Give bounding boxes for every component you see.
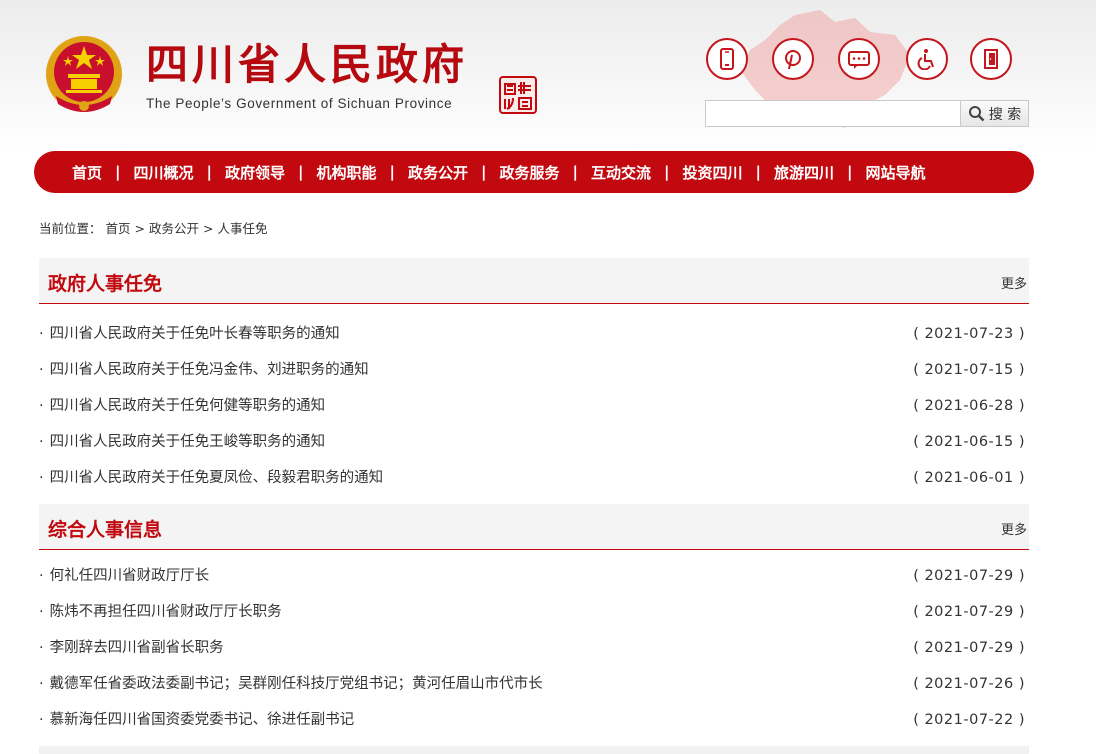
nav-item-invest[interactable]: 投资四川 <box>683 162 743 183</box>
news-link[interactable]: 戴德军任省委政法委副书记；吴群刚任科技厅党组书记；黄河任眉山市代市长 <box>50 676 543 692</box>
breadcrumb-current: 人事任免 <box>217 221 268 236</box>
list-item: · 戴德军任省委政法委副书记；吴群刚任科技厅党组书记；黄河任眉山市代市长( 202… <box>39 666 1029 702</box>
national-emblem-icon <box>46 36 122 112</box>
news-date: ( 2021-07-29 ) <box>913 604 1025 620</box>
breadcrumb-public-affairs[interactable]: 政务公开 <box>149 221 199 236</box>
list-item: · 陈炜不再担任四川省财政厅厅长职务( 2021-07-29 ) <box>39 594 1029 630</box>
news-date: ( 2021-07-22 ) <box>913 712 1025 728</box>
breadcrumb: 当前位置： 首页 > 政务公开 > 人事任免 <box>39 221 268 236</box>
news-date: ( 2021-07-29 ) <box>913 568 1025 584</box>
header-toolbar <box>706 38 1016 82</box>
breadcrumb-home[interactable]: 首页 <box>106 221 131 236</box>
section-title: 政府人事任免 <box>48 273 163 295</box>
list-item: · 何礼任四川省财政厅厅长( 2021-07-29 ) <box>39 558 1029 594</box>
list-item: · 四川省人民政府关于任免王峻等职务的通知( 2021-06-15 ) <box>39 424 1029 460</box>
nav-item-institutions[interactable]: 机构职能 <box>317 162 377 183</box>
news-date: ( 2021-07-15 ) <box>913 362 1025 378</box>
main-nav: 首页 | 四川概况 | 政府领导 | 机构职能 | 政务公开 | 政务服务 | … <box>34 151 1034 193</box>
section-government-appointments: 政府人事任免 更多 · 四川省人民政府关于任免叶长春等职务的通知( 2021-07… <box>39 258 1029 496</box>
nav-item-services[interactable]: 政务服务 <box>500 162 560 183</box>
nav-item-sitemap[interactable]: 网站导航 <box>866 162 926 183</box>
exit-door-icon[interactable] <box>970 38 1012 80</box>
section-title: 综合人事信息 <box>48 519 163 541</box>
list-item: · 四川省人民政府关于任免冯金伟、刘进职务的通知( 2021-07-15 ) <box>39 352 1029 388</box>
news-date: ( 2021-06-15 ) <box>913 434 1025 450</box>
search-input[interactable] <box>706 101 960 126</box>
section-header: 政府人事任免 更多 <box>39 258 1029 304</box>
news-date: ( 2021-07-29 ) <box>913 640 1025 656</box>
nav-item-tourism[interactable]: 旅游四川 <box>774 162 834 183</box>
news-link[interactable]: 陈炜不再担任四川省财政厅厅长职务 <box>50 604 282 620</box>
site-title: 四川省人民政府 <box>146 40 469 89</box>
search-box: 搜 索 <box>705 100 1029 127</box>
nav-item-home[interactable]: 首页 <box>72 162 102 183</box>
accessibility-icon[interactable] <box>906 38 948 80</box>
news-list: · 四川省人民政府关于任免叶长春等职务的通知( 2021-07-23 ) · 四川省… <box>39 304 1029 496</box>
nav-item-overview[interactable]: 四川概况 <box>134 162 194 183</box>
breadcrumb-prefix: 当前位置： <box>39 221 102 236</box>
nav-item-public-affairs[interactable]: 政务公开 <box>408 162 468 183</box>
next-section-edge <box>39 746 1029 754</box>
search-button-label: 搜 索 <box>988 106 1022 123</box>
section-header: 综合人事信息 更多 <box>39 504 1029 550</box>
search-button[interactable]: 搜 索 <box>960 101 1028 126</box>
news-date: ( 2021-07-23 ) <box>913 326 1025 342</box>
weibo-icon[interactable] <box>772 38 814 80</box>
list-item: · 四川省人民政府关于任免何健等职务的通知( 2021-06-28 ) <box>39 388 1029 424</box>
news-date: ( 2021-07-26 ) <box>913 676 1025 692</box>
news-link[interactable]: 四川省人民政府关于任免何健等职务的通知 <box>50 398 326 414</box>
nav-item-leaders[interactable]: 政府领导 <box>225 162 285 183</box>
nav-item-interaction[interactable]: 互动交流 <box>591 162 651 183</box>
china-seal-icon <box>499 76 537 114</box>
message-icon[interactable] <box>838 38 880 80</box>
list-item: · 李刚辞去四川省副省长职务( 2021-07-29 ) <box>39 630 1029 666</box>
news-date: ( 2021-06-28 ) <box>913 398 1025 414</box>
list-item: · 四川省人民政府关于任免夏凤俭、段毅君职务的通知( 2021-06-01 ) <box>39 460 1029 496</box>
news-link[interactable]: 四川省人民政府关于任免冯金伟、刘进职务的通知 <box>50 362 369 378</box>
news-link[interactable]: 慕新海任四川省国资委党委书记、徐进任副书记 <box>50 712 355 728</box>
list-item: · 四川省人民政府关于任免叶长春等职务的通知( 2021-07-23 ) <box>39 316 1029 352</box>
news-link[interactable]: 四川省人民政府关于任免夏凤俭、段毅君职务的通知 <box>50 470 384 486</box>
mobile-icon[interactable] <box>706 38 748 80</box>
search-icon <box>968 106 985 122</box>
section-personnel-info: 综合人事信息 更多 · 何礼任四川省财政厅厅长( 2021-07-29 ) · 陈炜… <box>39 504 1029 738</box>
news-date: ( 2021-06-01 ) <box>913 470 1025 486</box>
news-link[interactable]: 四川省人民政府关于任免叶长春等职务的通知 <box>50 326 340 342</box>
more-link[interactable]: 更多 <box>1001 273 1027 292</box>
more-link[interactable]: 更多 <box>1001 519 1027 538</box>
site-subtitle: The People’s Government of Sichuan Provi… <box>146 96 453 111</box>
site-header: 四川省人民政府 The People’s Government of Sichu… <box>0 0 1096 150</box>
news-link[interactable]: 四川省人民政府关于任免王峻等职务的通知 <box>50 434 326 450</box>
news-link[interactable]: 李刚辞去四川省副省长职务 <box>50 640 224 656</box>
news-list: · 何礼任四川省财政厅厅长( 2021-07-29 ) · 陈炜不再担任四川省财政厅… <box>39 550 1029 738</box>
news-link[interactable]: 何礼任四川省财政厅厅长 <box>50 568 210 584</box>
list-item: · 慕新海任四川省国资委党委书记、徐进任副书记( 2021-07-22 ) <box>39 702 1029 738</box>
